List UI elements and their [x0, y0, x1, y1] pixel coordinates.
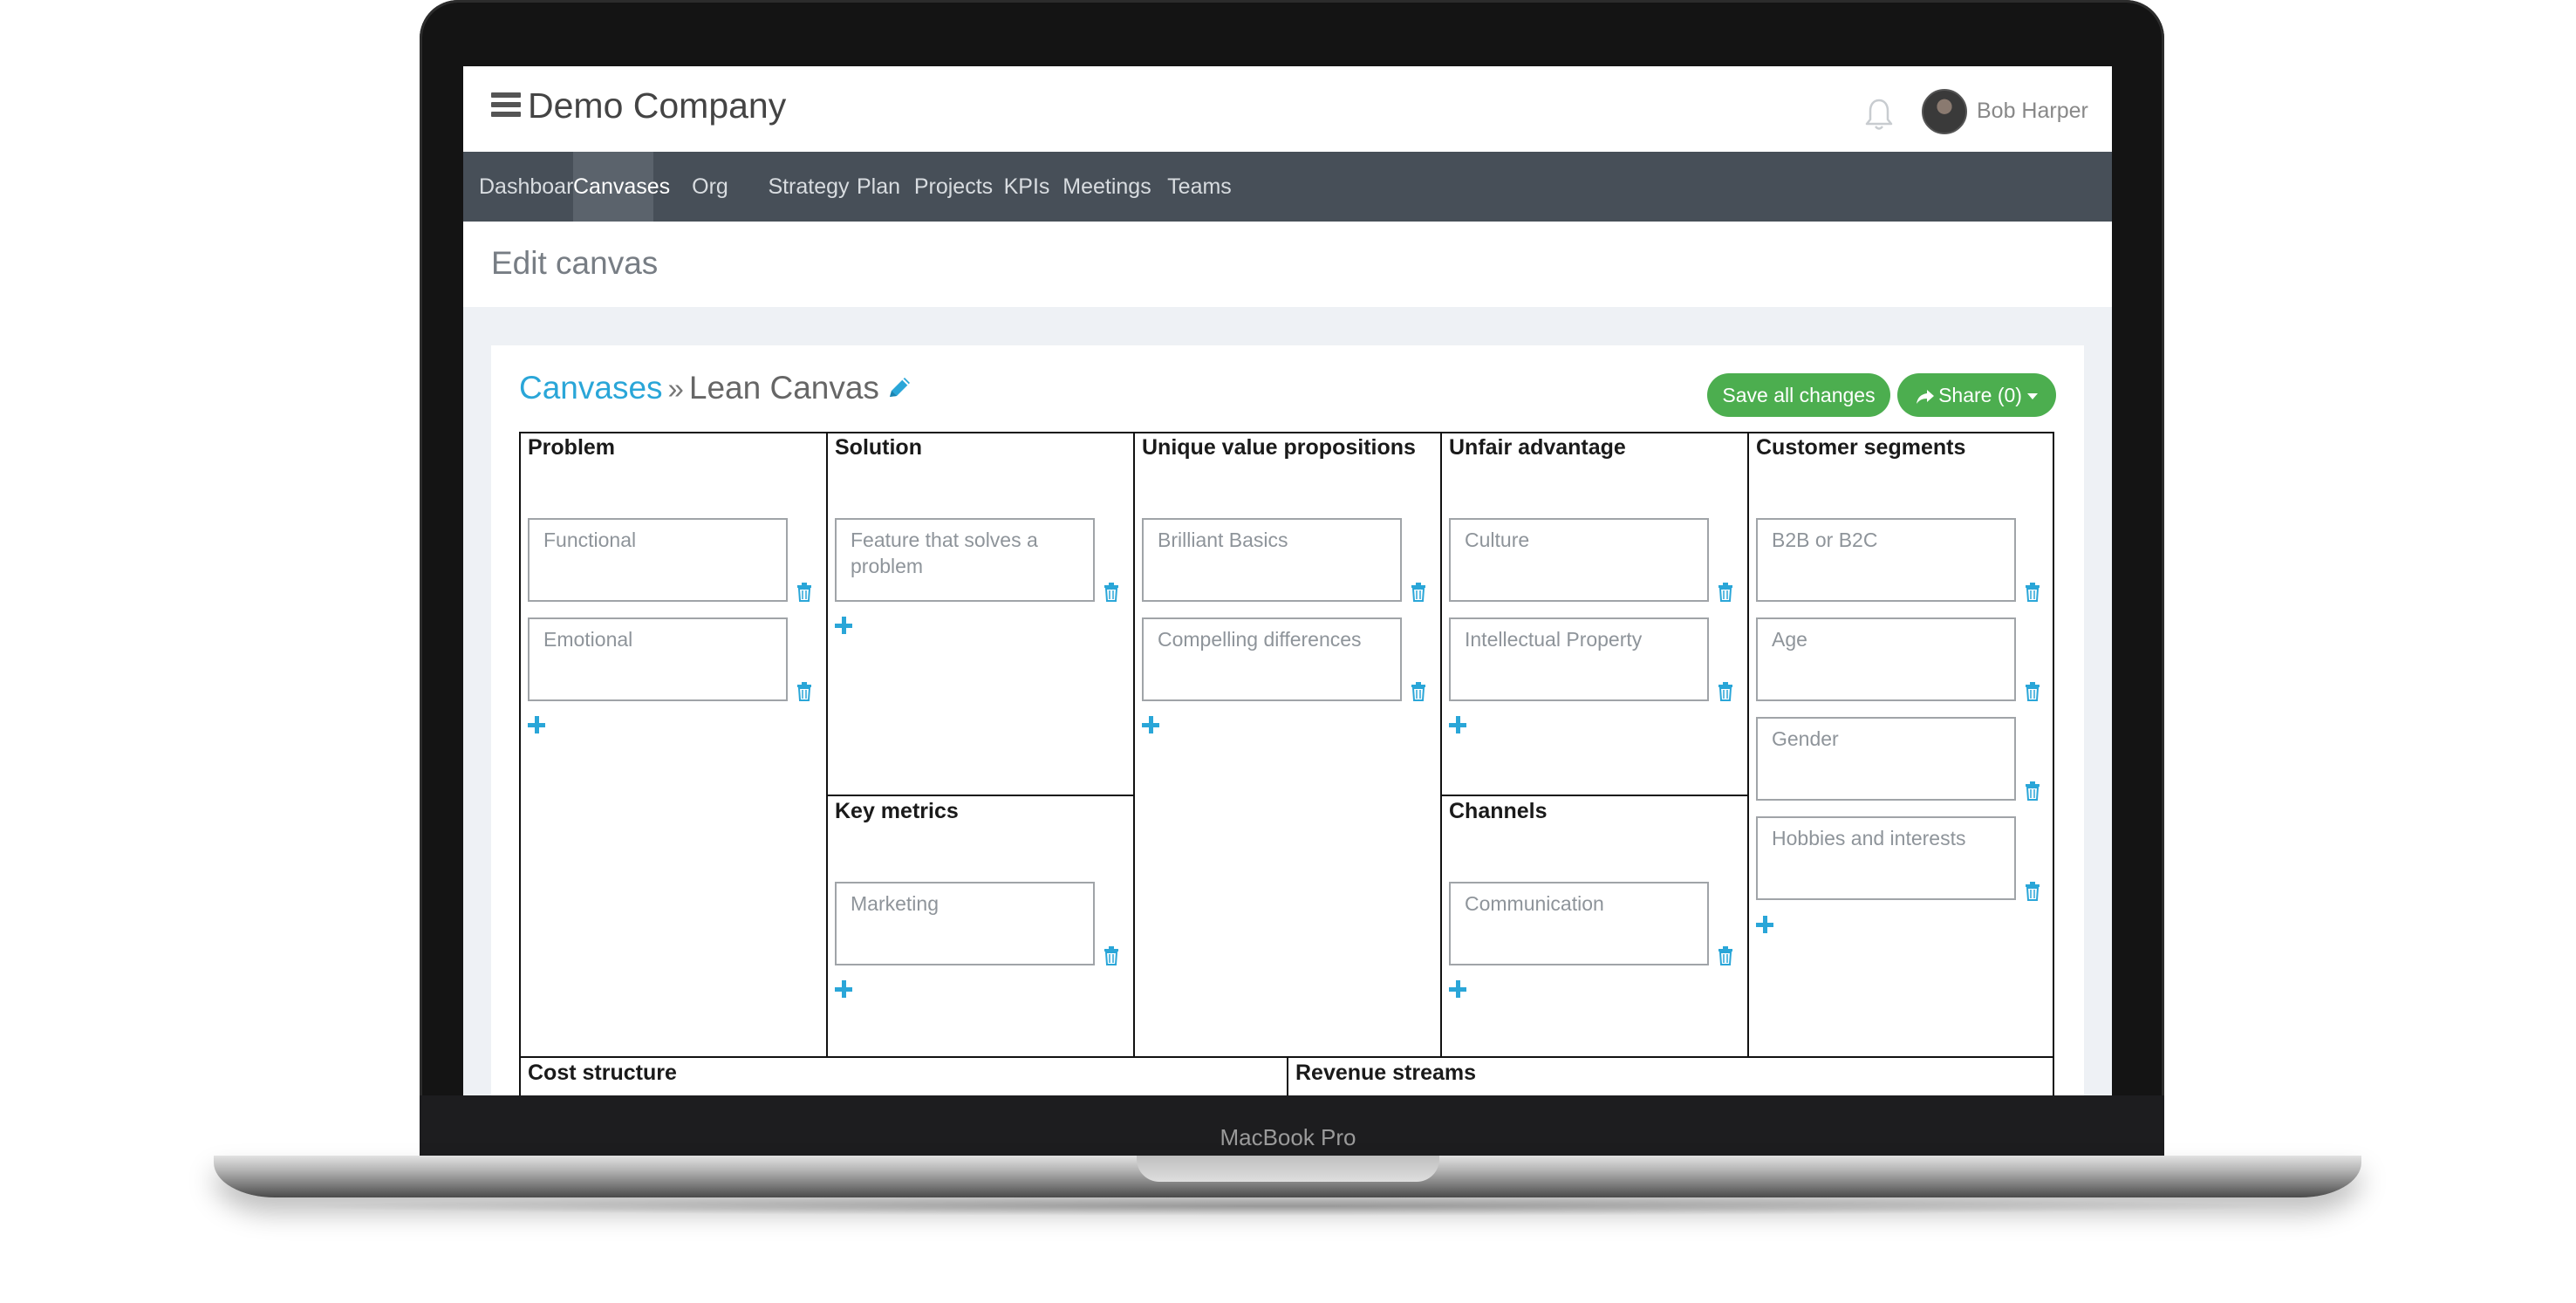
lean-canvas-grid: Problem Functional Emotional Solution Fe…	[519, 432, 2054, 1095]
uvp-note-compelling-differences[interactable]: Compelling differences	[1142, 617, 1402, 701]
user-name[interactable]: Bob Harper	[1977, 98, 2088, 124]
canvas-name: Lean Canvas	[688, 370, 879, 406]
share-icon	[1917, 390, 1935, 404]
pencil-icon[interactable]	[886, 374, 912, 402]
share-button[interactable]: Share (0)	[1897, 373, 2056, 417]
nav-projects[interactable]: Projects	[910, 152, 997, 222]
nav-teams[interactable]: Teams	[1159, 152, 1240, 222]
uvp-note-brilliant-basics[interactable]: Brilliant Basics	[1142, 518, 1402, 602]
add-unfair-advantage-note-plus-icon[interactable]	[1449, 716, 1466, 733]
trash-icon[interactable]	[2024, 781, 2041, 801]
trash-icon[interactable]	[2024, 583, 2041, 602]
revenue-streams-title: Revenue streams	[1295, 1061, 1477, 1085]
save-all-changes-button[interactable]: Save all changes	[1707, 373, 1890, 417]
nav-org-charts[interactable]: Org Charts	[657, 152, 763, 269]
solution-title: Solution	[835, 435, 922, 460]
key-metrics-note[interactable]: Marketing	[835, 882, 1095, 965]
segment-note-gender[interactable]: Gender	[1756, 717, 2016, 801]
trash-icon[interactable]	[1410, 682, 1427, 701]
problem-note-functional[interactable]: Functional	[528, 518, 788, 602]
trash-icon[interactable]	[796, 682, 813, 701]
nav-kpis[interactable]: KPIs	[999, 152, 1055, 222]
uvp-title: Unique value propositions	[1142, 435, 1416, 460]
segment-note-hobbies[interactable]: Hobbies and interests	[1756, 816, 2016, 900]
key-metrics-title: Key metrics	[835, 799, 959, 823]
channels-note[interactable]: Communication	[1449, 882, 1709, 965]
add-channels-note-plus-icon[interactable]	[1449, 980, 1466, 998]
laptop-notch	[1137, 1156, 1439, 1182]
menu-icon[interactable]	[491, 92, 521, 117]
trash-icon[interactable]	[1410, 583, 1427, 602]
segment-note-b2b[interactable]: B2B or B2C	[1756, 518, 2016, 602]
trash-icon[interactable]	[2024, 682, 2041, 701]
trash-icon[interactable]	[1103, 583, 1120, 602]
laptop-shadow	[288, 1197, 2286, 1216]
app-header: Demo Company Bob Harper	[463, 66, 2112, 152]
problem-note-emotional[interactable]: Emotional	[528, 617, 788, 701]
nav-canvases[interactable]: Canvases	[573, 152, 670, 222]
device-label: MacBook Pro	[1220, 1124, 1356, 1150]
breadcrumb-separator: »	[667, 372, 684, 405]
company-name[interactable]: Demo Company	[528, 84, 786, 127]
bell-icon[interactable]	[1863, 97, 1895, 132]
trash-icon[interactable]	[1717, 583, 1734, 602]
trash-icon[interactable]	[1717, 946, 1734, 965]
unfair-advantage-title: Unfair advantage	[1449, 435, 1626, 460]
solution-note[interactable]: Feature that solves a problem	[835, 518, 1095, 602]
problem-title: Problem	[528, 435, 616, 460]
breadcrumb-canvases-link[interactable]: Canvases	[519, 370, 663, 406]
nav-meetings[interactable]: Meetings	[1055, 152, 1159, 222]
main-nav: Dashboard Canvases Org Charts Strategy P…	[463, 152, 2112, 269]
unfair-advantage-note-culture[interactable]: Culture	[1449, 518, 1709, 602]
trash-icon[interactable]	[796, 583, 813, 602]
add-solution-note-plus-icon[interactable]	[835, 617, 852, 634]
app-screen: Demo Company Bob Harper Dashboard Canvas…	[463, 66, 2112, 1095]
add-key-metrics-note-plus-icon[interactable]	[835, 980, 852, 998]
trash-icon[interactable]	[1103, 946, 1120, 965]
nav-strategy[interactable]: Strategy	[765, 152, 852, 222]
trash-icon[interactable]	[2024, 882, 2041, 901]
page-header: Edit canvas	[463, 222, 2112, 307]
add-uvp-note-plus-icon[interactable]	[1142, 716, 1159, 733]
customer-segments-title: Customer segments	[1756, 435, 1966, 460]
add-segment-note-plus-icon[interactable]	[1756, 916, 1773, 933]
segment-note-age[interactable]: Age	[1756, 617, 2016, 701]
avatar[interactable]	[1922, 89, 1967, 134]
trash-icon[interactable]	[1717, 682, 1734, 701]
share-label: Share (0)	[1938, 384, 2022, 406]
add-problem-note-plus-icon[interactable]	[528, 716, 545, 733]
nav-plan[interactable]: Plan	[847, 152, 910, 222]
channels-title: Channels	[1449, 799, 1548, 823]
nav-dashboard[interactable]: Dashboard	[479, 152, 585, 222]
page-title: Edit canvas	[491, 245, 659, 281]
caret-down-icon	[2026, 393, 2038, 399]
cost-structure-title: Cost structure	[528, 1061, 677, 1085]
unfair-advantage-note-ip[interactable]: Intellectual Property	[1449, 617, 1709, 701]
breadcrumb: Canvases» Lean Canvas	[519, 368, 912, 409]
